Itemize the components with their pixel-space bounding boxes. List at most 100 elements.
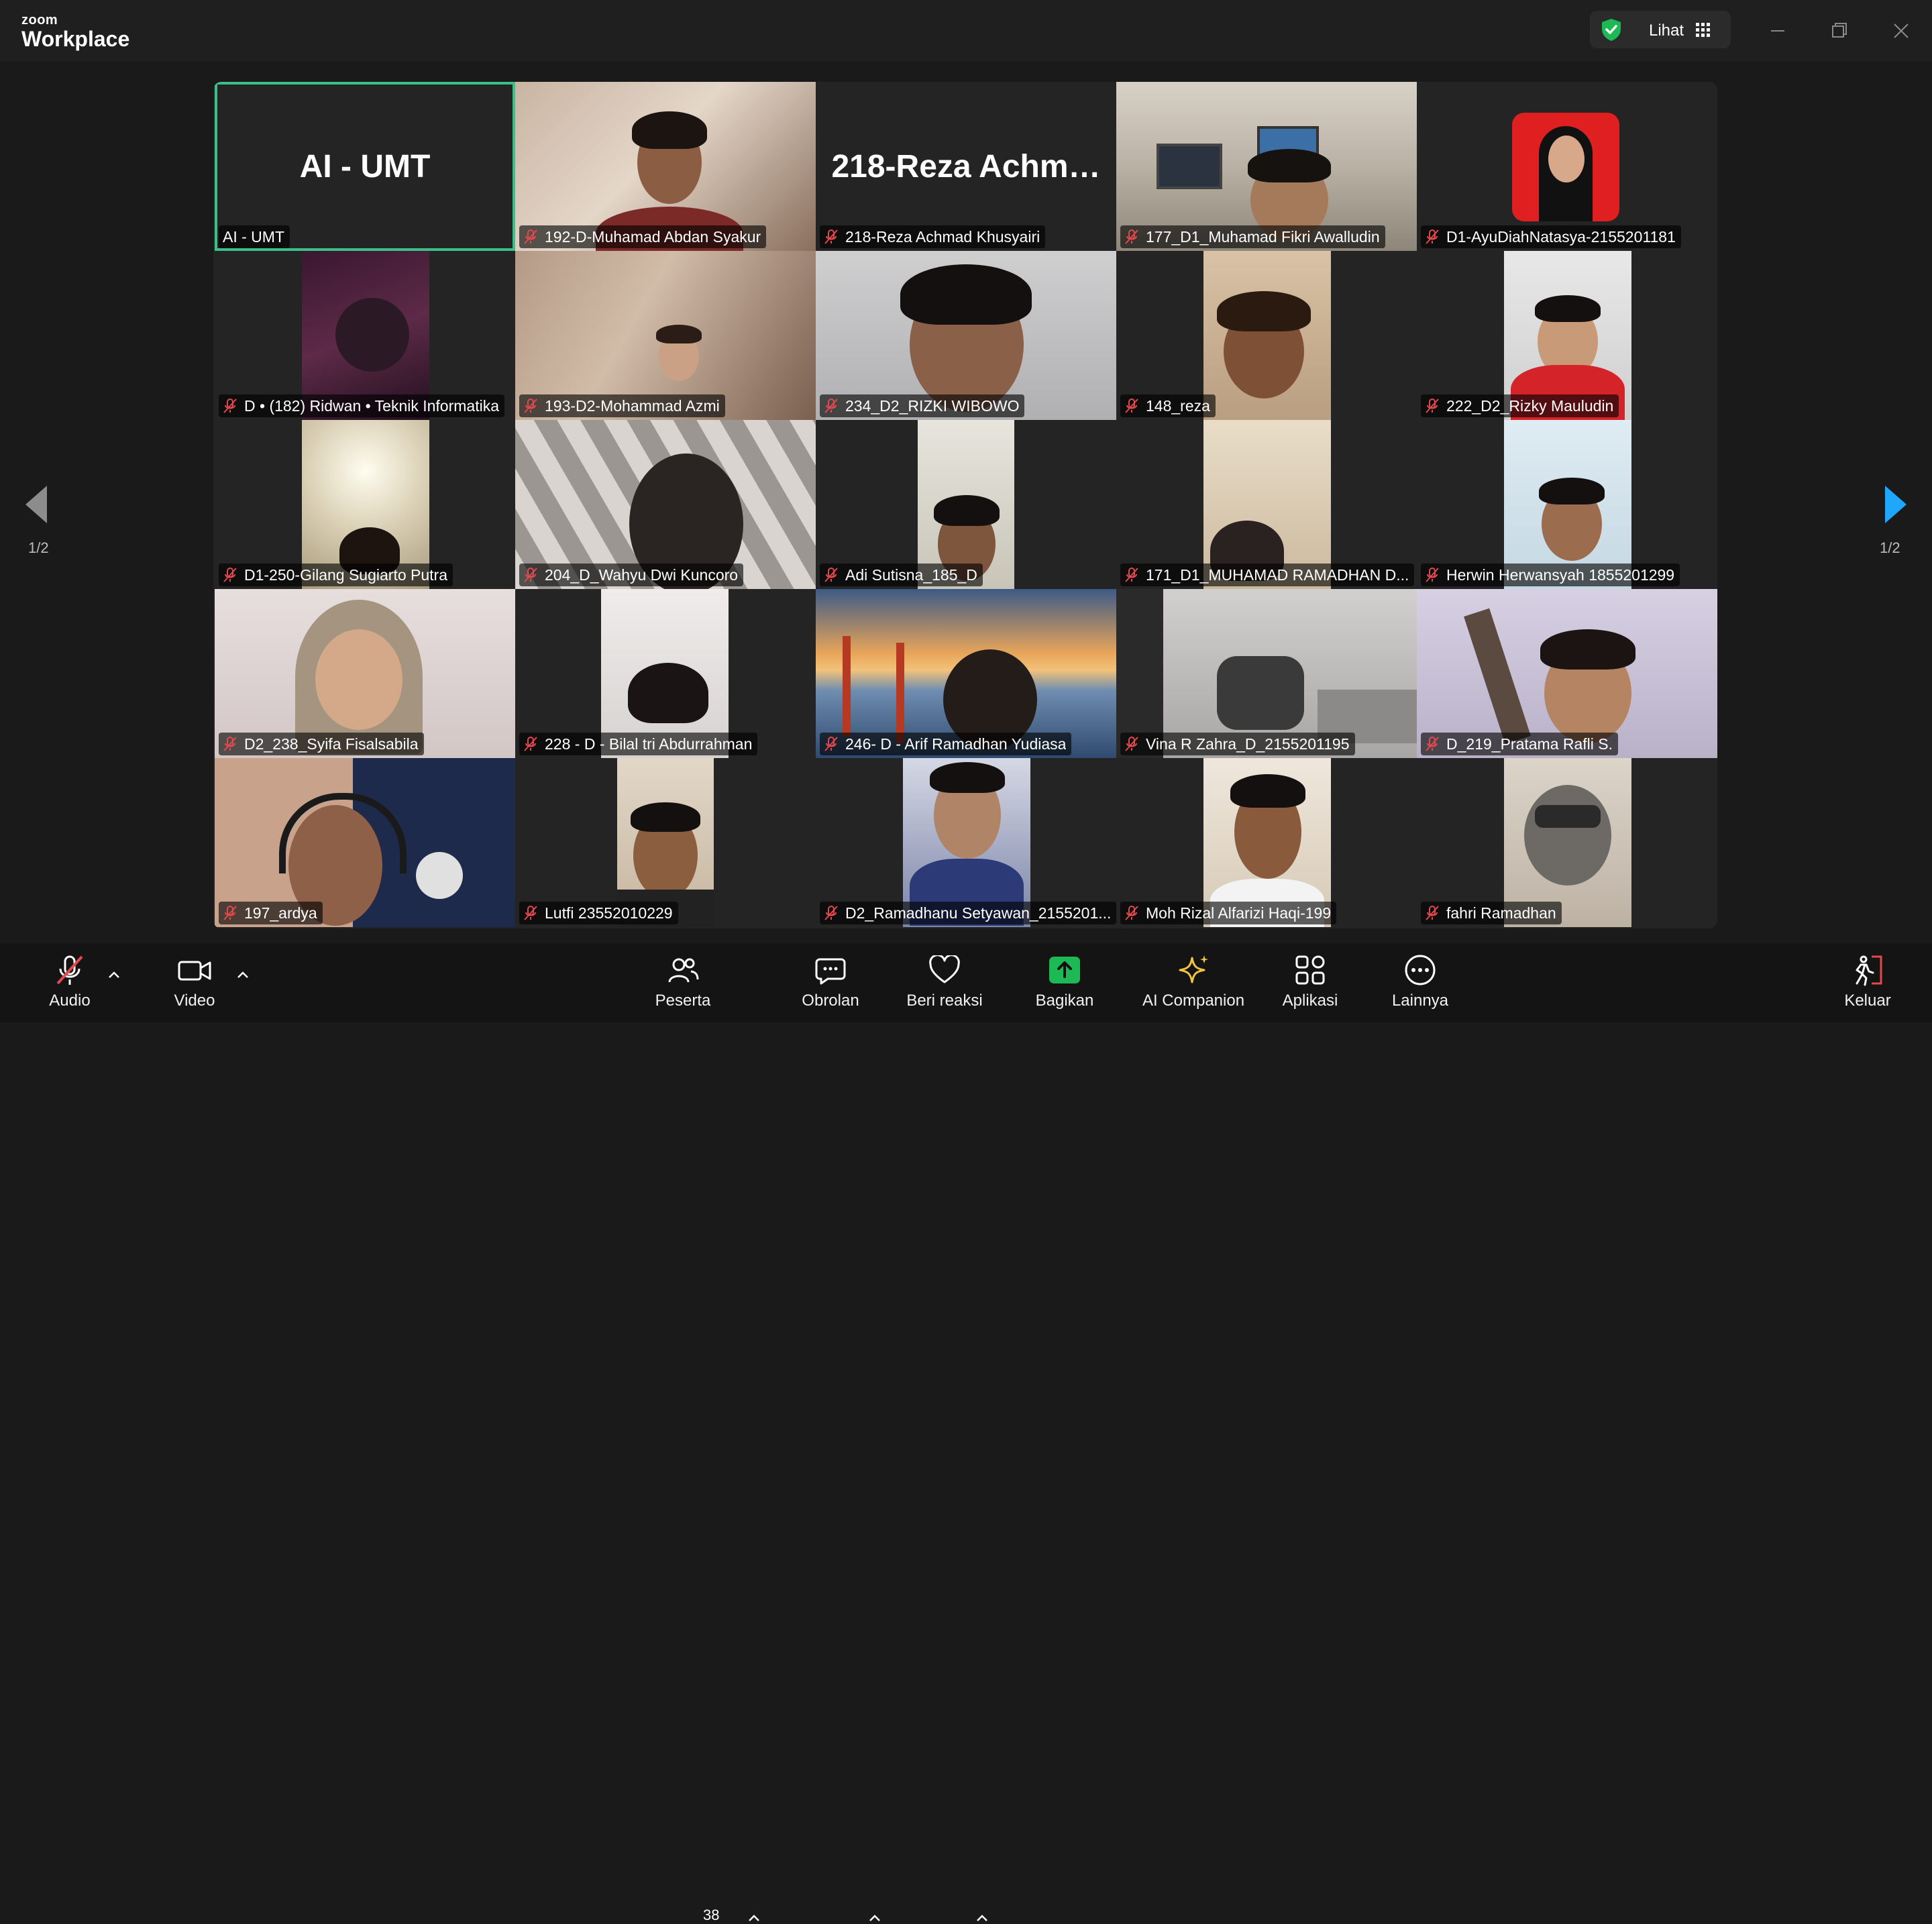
chat-bubble-icon [815,958,846,985]
participant-video [1203,251,1331,420]
react-label: Beri reaksi [906,992,983,1010]
participant-tile[interactable]: fahri Ramadhan [1417,758,1717,927]
participants-button[interactable]: Peserta [655,953,711,1017]
participant-name-tag: D1-250-Gilang Sugiarto Putra [219,564,453,586]
participant-tile[interactable]: D_219_Pratama Rafli S. [1417,589,1717,758]
participant-name-tag: Herwin Herwansyah 1855201299 [1421,564,1680,586]
participant-tile[interactable]: 228 - D - Bilal tri Abdurrahman [515,589,816,758]
participant-name-tag: 192-D-Muhamad Abdan Syakur [519,225,767,248]
participant-name-tag: D • (182) Ridwan • Teknik Informatika [219,394,504,417]
previous-page-arrow-icon[interactable] [23,484,50,525]
participant-name: Adi Sutisna_185_D [845,566,977,584]
participant-name: Lutfi 23552010229 [545,904,673,922]
participant-name: AI - UMT [223,227,284,246]
muted-microphone-icon [1125,568,1138,582]
apps-grid-icon [1295,955,1325,985]
audio-button[interactable]: Audio [48,953,91,1017]
participant-tile[interactable]: 177_D1_Muhamad Fikri Awalludin [1116,82,1417,251]
participant-tile[interactable]: 192-D-Muhamad Abdan Syakur [515,82,816,251]
ai-companion-button[interactable]: AI Companion [1140,953,1246,1017]
participant-tile[interactable]: Vina R Zahra_D_2155201195 [1116,589,1417,758]
video-options-chevron-up-icon[interactable] [236,970,250,979]
view-button[interactable]: Lihat [1590,11,1731,48]
participant-tile[interactable]: Lutfi 23552010229 [515,758,816,927]
participant-tile[interactable]: D2_Ramadhanu Setyawan_2155201... [816,758,1116,927]
participants-count: 38 [703,1907,720,1923]
participant-tile[interactable]: Herwin Herwansyah 1855201299 [1417,420,1717,589]
share-label: Bagikan [1035,992,1094,1010]
participant-name: 222_D2_Rizky Mauludin [1446,396,1614,415]
muted-microphone-icon [1426,906,1439,920]
participant-tile[interactable]: D2_238_Syifa Fisalsabila [215,589,515,758]
muted-microphone-icon [524,737,537,751]
logo-small-text: zoom [21,13,58,28]
participant-tile[interactable]: 246- D - Arif Ramadhan Yudiasa [816,589,1116,758]
page-indicator-right: 1/2 [1880,539,1900,556]
participant-name: 228 - D - Bilal tri Abdurrahman [545,735,753,753]
react-button[interactable]: Beri reaksi [906,953,983,1017]
participant-tile[interactable]: 193-D2-Mohammad Azmi [515,251,816,420]
participant-name: D • (182) Ridwan • Teknik Informatika [244,396,499,415]
participant-tile[interactable]: 222_D2_Rizky Mauludin [1417,251,1717,420]
participant-tile[interactable]: D1-250-Gilang Sugiarto Putra [215,420,515,589]
participant-name-tag: Vina R Zahra_D_2155201195 [1120,733,1355,755]
muted-microphone-icon [824,737,838,751]
participant-name-tag: 218-Reza Achmad Khusyairi [820,225,1046,248]
leave-button[interactable]: Keluar [1841,953,1894,1017]
muted-microphone-icon [223,906,237,920]
participant-name-tag: D2_Ramadhanu Setyawan_2155201... [820,902,1116,924]
chat-button[interactable]: Obrolan [801,953,860,1017]
meeting-toolbar: Audio Video Peserta 38 Obrolan Beri reak… [0,943,1932,1923]
participant-name: D2_238_Syifa Fisalsabila [244,735,419,753]
security-shield-icon[interactable] [1599,17,1623,42]
muted-microphone-icon [824,568,838,582]
participant-name: 204_D_Wahyu Dwi Kuncoro [545,566,739,584]
muted-microphone-icon [1125,398,1138,413]
leave-label: Keluar [1844,992,1891,1010]
minimize-icon[interactable] [1762,15,1794,47]
participant-name-tag: 204_D_Wahyu Dwi Kuncoro [519,564,744,586]
logo-big-text: Workplace [21,27,130,51]
participant-tile[interactable]: Adi Sutisna_185_D [816,420,1116,589]
more-button[interactable]: Lainnya [1390,953,1450,1017]
react-options-chevron-up-icon[interactable] [975,1913,989,1923]
participant-tile[interactable]: 197_ardya [215,758,515,927]
participant-name-tag: D2_238_Syifa Fisalsabila [219,733,424,755]
participant-tile[interactable]: Moh Rizal Alfarizi Haqi-199 [1116,758,1417,927]
chat-options-chevron-up-icon[interactable] [868,1913,881,1923]
participant-tile[interactable]: AI - UMT AI - UMT [215,82,515,251]
participant-name-tag: 197_ardya [219,902,323,924]
participant-name-tag: 222_D2_Rizky Mauludin [1421,394,1619,417]
next-page-arrow-icon[interactable] [1882,484,1909,525]
participants-options-chevron-up-icon[interactable] [747,1913,761,1923]
participant-name: D1-AyuDiahNatasya-2155201181 [1446,227,1676,246]
grid-view-icon [1696,23,1710,37]
participant-name-tag: Lutfi 23552010229 [519,902,678,924]
participant-tile[interactable]: 148_reza [1116,251,1417,420]
apps-button[interactable]: Aplikasi [1280,953,1340,1017]
participant-name-tag: AI - UMT [219,225,290,248]
participant-name: 177_D1_Muhamad Fikri Awalludin [1146,227,1380,246]
muted-microphone-icon [524,568,537,582]
video-camera-icon [178,961,211,981]
muted-microphone-icon [524,906,537,920]
video-button[interactable]: Video [173,953,216,1017]
participant-name: 218-Reza Achmad Khusyairi [845,227,1040,246]
restore-icon[interactable] [1823,15,1856,47]
participant-tile[interactable]: D1-AyuDiahNatasya-2155201181 [1417,82,1717,251]
share-button[interactable]: Bagikan [1033,953,1096,1017]
participant-tile[interactable]: 218-Reza Achm… 218-Reza Achmad Khusyairi [816,82,1116,251]
muted-microphone-icon [1426,398,1439,413]
participant-name: 246- D - Arif Ramadhan Yudiasa [845,735,1067,753]
participant-tile[interactable]: D • (182) Ridwan • Teknik Informatika [215,251,515,420]
participant-tile[interactable]: 204_D_Wahyu Dwi Kuncoro [515,420,816,589]
participant-name: 171_D1_MUHAMAD RAMADHAN D... [1146,566,1409,584]
participant-name-tag: Moh Rizal Alfarizi Haqi-199 [1120,902,1337,924]
audio-options-chevron-up-icon[interactable] [107,970,121,979]
close-icon[interactable] [1885,15,1917,47]
muted-microphone-icon [1125,737,1138,751]
participant-tile[interactable]: 234_D2_RIZKI WIBOWO [816,251,1116,420]
ai-companion-label: AI Companion [1142,992,1245,1010]
participant-tile[interactable]: 171_D1_MUHAMAD RAMADHAN D... [1116,420,1417,589]
more-options-icon [1405,955,1436,985]
